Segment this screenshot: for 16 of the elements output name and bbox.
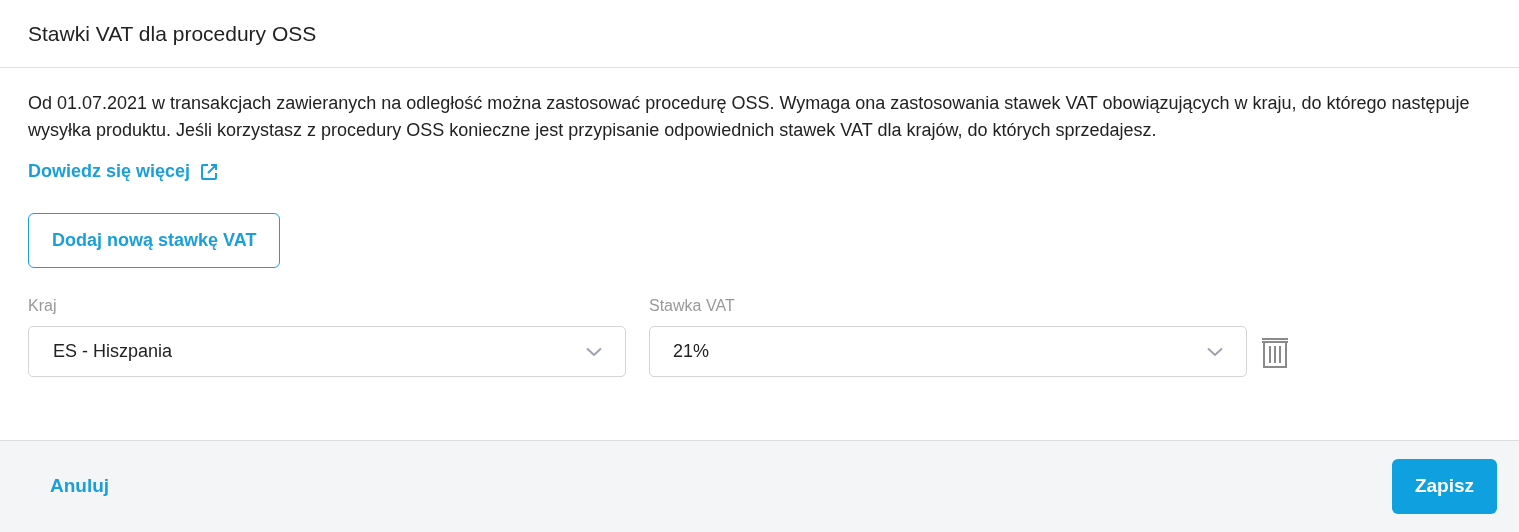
chevron-down-icon	[585, 346, 603, 357]
learn-more-link[interactable]: Dowiedz się więcej	[28, 158, 219, 185]
column-label: Kraj	[28, 296, 58, 316]
save-button[interactable]: Zapisz	[1391, 459, 1497, 514]
column-label: Stawka VAT	[649, 296, 736, 316]
description: Od 01.07.2021 w transakcjach zawieranych na odległość można zastosować procedurę OSS. Wymaga ona zastosowania stawek VAT obowiązujących w kraju, do którego następuje wysyłka produktu. Jeśli korzystasz z procedury OSS konieczne jest przypisanie odpowiednich stawek VAT dla krajów, do których sprzedajesz.	[28, 92, 1471, 142]
external-link-icon	[200, 162, 219, 181]
select-value: 21%	[673, 340, 710, 363]
select-value: ES - Hiszpania	[53, 340, 173, 363]
dialog-title: Stawki VAT dla procedury OSS	[28, 20, 317, 47]
add-vat-rate-button[interactable]: Dodaj nową stawkę VAT	[28, 213, 281, 268]
chevron-down-icon	[1206, 346, 1224, 357]
cancel-button[interactable]: Anuluj	[50, 472, 110, 501]
country-select[interactable]: ES - Hiszpania	[28, 326, 626, 377]
vat-rate-select[interactable]: 21%	[649, 326, 1247, 377]
trash-icon[interactable]	[1261, 335, 1289, 368]
